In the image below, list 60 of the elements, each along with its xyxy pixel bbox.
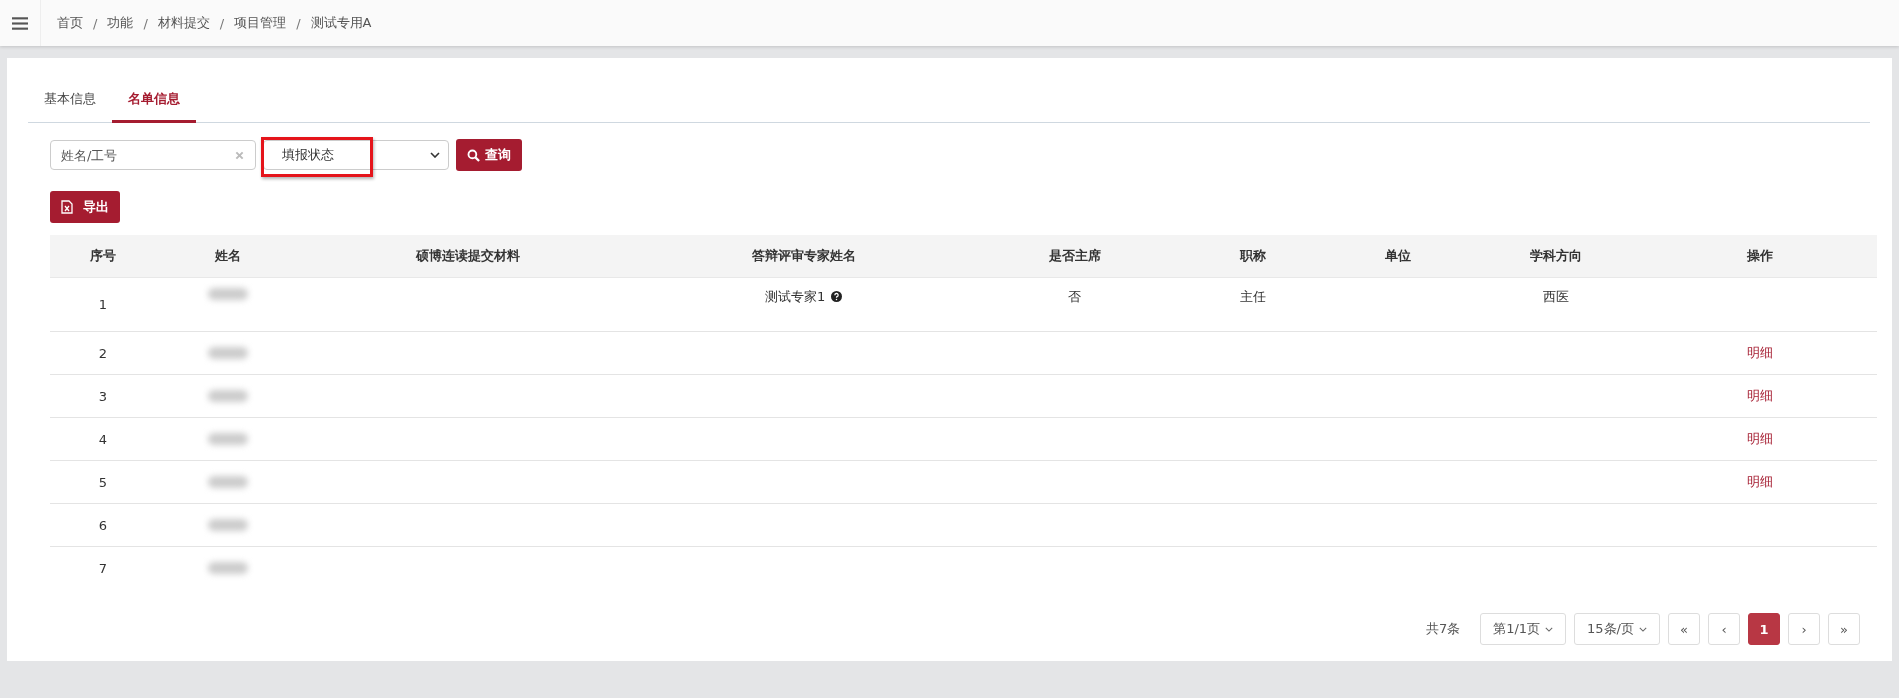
column-header: 答辩评审专家姓名 (636, 235, 971, 278)
column-header: 序号 (50, 235, 156, 278)
breadcrumb-link[interactable]: 功能 (107, 14, 134, 32)
row-number: 2 (98, 345, 108, 361)
first-page-button[interactable]: « (1668, 613, 1700, 645)
breadcrumb-separator: / (219, 15, 225, 31)
total-count: 共7条 (1425, 620, 1461, 638)
detail-link[interactable]: 明细 (1747, 345, 1774, 360)
breadcrumb-separator: / (93, 15, 98, 31)
row-number: 3 (98, 388, 108, 404)
column-header: 操作 (1643, 235, 1877, 278)
redacted-name (208, 347, 249, 359)
next-page-button[interactable]: › (1788, 613, 1820, 645)
redacted-name (208, 390, 249, 402)
page-button[interactable]: 1 (1748, 613, 1780, 645)
redacted-name (208, 288, 249, 300)
column-header: 学科方向 (1469, 235, 1644, 278)
search-icon (467, 148, 480, 162)
prev-page-button[interactable]: ‹ (1708, 613, 1740, 645)
breadcrumb-link[interactable]: 首页 (57, 14, 83, 32)
chevron-down-icon (1545, 626, 1554, 632)
column-header: 姓名 (155, 235, 301, 278)
breadcrumb-link[interactable]: 材料提交 (157, 14, 210, 32)
table-cell: 西医 (1543, 289, 1570, 304)
last-page-button[interactable]: » (1828, 613, 1860, 645)
row-number: 4 (98, 431, 108, 447)
help-icon[interactable] (831, 291, 843, 302)
breadcrumb-link[interactable]: 测试专用A (310, 14, 372, 32)
breadcrumb-link[interactable]: 项目管理 (234, 14, 287, 32)
column-header: 硕博连读提交材料 (300, 235, 637, 278)
breadcrumb-separator: / (296, 15, 301, 31)
detail-link[interactable]: 明细 (1747, 388, 1774, 403)
page-select[interactable]: 第1/1页 (1480, 613, 1567, 645)
chevron-down-icon (1639, 626, 1647, 632)
spreadsheet-file-icon (61, 200, 73, 214)
row-number: 7 (98, 560, 108, 576)
redacted-name (208, 433, 249, 445)
export-button[interactable]: 导出 (50, 191, 120, 223)
row-number: 6 (98, 517, 108, 533)
tab[interactable]: 基本信息 (28, 82, 112, 123)
query-button[interactable]: 查询 (456, 139, 522, 171)
tab[interactable]: 名单信息 (112, 82, 196, 123)
detail-link[interactable]: 明细 (1747, 431, 1774, 446)
column-header: 职称 (1179, 235, 1327, 278)
redacted-name (208, 519, 249, 531)
redacted-name (208, 476, 249, 488)
row-number: 5 (98, 474, 108, 490)
detail-link[interactable]: 明细 (1747, 474, 1774, 489)
page-size-select[interactable]: 15条/页 (1574, 613, 1660, 645)
search-field[interactable]: 姓名/工号 (50, 140, 256, 170)
column-header: 是否主席 (970, 235, 1180, 278)
breadcrumb-separator: / (143, 15, 148, 31)
menu-icon[interactable] (12, 16, 28, 30)
table-cell: 否 (1068, 289, 1082, 304)
chevron-down-icon (430, 152, 440, 158)
redacted-name (208, 562, 249, 574)
row-number: 1 (98, 297, 108, 312)
column-header: 单位 (1327, 235, 1470, 278)
table-cell: 测试专家1 (764, 289, 826, 304)
table-cell: 主任 (1240, 289, 1266, 304)
